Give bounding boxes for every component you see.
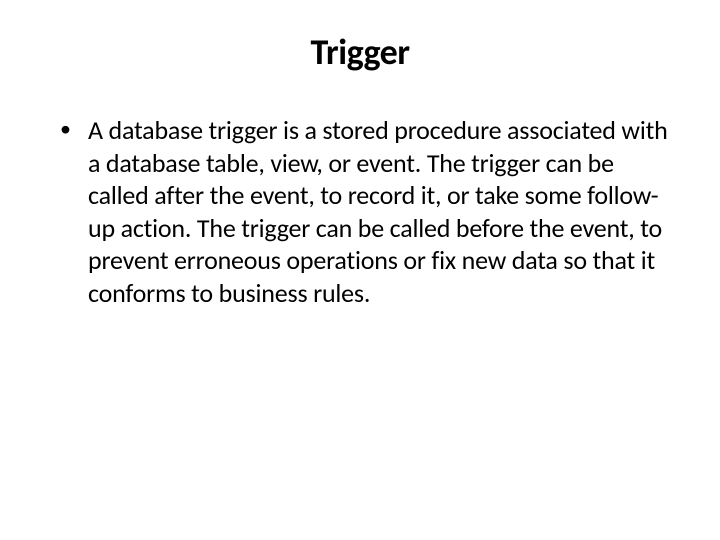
slide-title: Trigger [50, 30, 670, 74]
bullet-marker: • [60, 114, 88, 145]
slide-container: Trigger • A database trigger is a stored… [0, 0, 720, 540]
slide-content: • A database trigger is a stored procedu… [50, 114, 670, 309]
bullet-text: A database trigger is a stored procedure… [88, 114, 670, 309]
bullet-item: • A database trigger is a stored procedu… [60, 114, 670, 309]
